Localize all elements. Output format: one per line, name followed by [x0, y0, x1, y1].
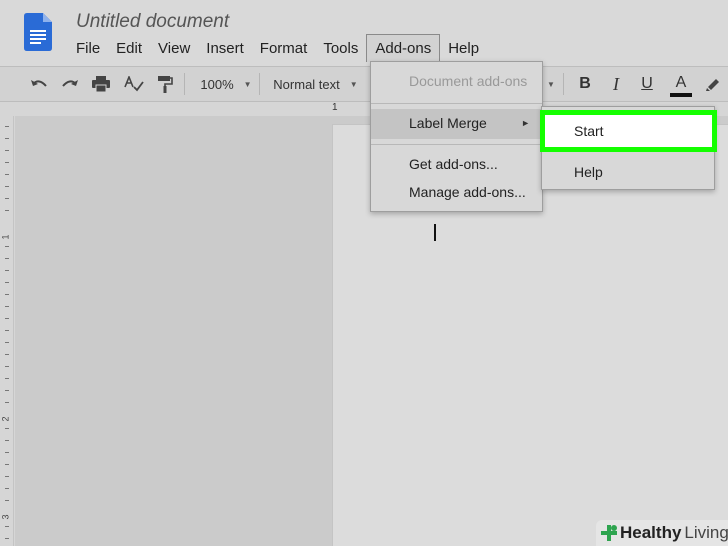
ruler-number: 2: [0, 416, 11, 422]
menu-insert[interactable]: Insert: [198, 34, 252, 62]
addons-dropdown-menu: Document add-ons Label Merge ► Get add-o…: [370, 61, 543, 212]
ruler-tick: [5, 538, 9, 539]
ruler-tick: [5, 150, 9, 151]
zoom-select[interactable]: 100% ▼: [196, 67, 256, 101]
toolbar: 100% ▼ Normal text ▼ ▼ B I U A: [0, 66, 728, 102]
menu-item-manage-addons[interactable]: Manage add-ons...: [371, 178, 542, 208]
ruler-tick: [5, 174, 9, 175]
ruler-tick: [5, 526, 9, 527]
ruler-tick: [5, 258, 9, 259]
toolbar-divider: [184, 73, 185, 95]
ruler-number: 1: [332, 102, 338, 113]
ruler-tick: [5, 246, 9, 247]
watermark: Healthy Living: [596, 520, 728, 546]
highlight-pen-icon[interactable]: [702, 67, 724, 101]
zoom-value: 100%: [200, 76, 234, 92]
watermark-brand-suffix: Living: [684, 523, 728, 542]
menu-edit[interactable]: Edit: [108, 34, 150, 62]
menu-addons[interactable]: Add-ons: [366, 34, 441, 62]
ruler-tick: [5, 270, 9, 271]
vertical-ruler[interactable]: 1 2 3: [0, 116, 14, 546]
menu-item-get-addons[interactable]: Get add-ons...: [371, 150, 542, 180]
menu-view[interactable]: View: [150, 34, 198, 62]
google-docs-logo-icon[interactable]: [24, 13, 52, 51]
ruler-tick: [5, 390, 9, 391]
ruler-tick: [5, 342, 9, 343]
ruler-tick: [5, 198, 9, 199]
menu-format[interactable]: Format: [252, 34, 316, 62]
menu-item-label: Label Merge: [409, 115, 487, 131]
italic-button[interactable]: I: [605, 67, 627, 101]
ruler-tick: [5, 500, 9, 501]
plus-leaf-icon: [600, 524, 618, 542]
watermark-brand: Healthy: [620, 523, 682, 542]
ruler-tick: [5, 210, 9, 211]
menu-file[interactable]: File: [68, 34, 108, 62]
spellcheck-icon[interactable]: [122, 67, 146, 101]
toolbar-divider: [259, 73, 260, 95]
paragraph-style-value: Normal text: [273, 76, 340, 92]
ruler-tick: [5, 366, 9, 367]
start-highlight-box: [540, 110, 717, 152]
ruler-tick: [5, 162, 9, 163]
ruler-tick: [5, 294, 9, 295]
chevron-down-icon: ▼: [243, 79, 252, 89]
ruler-tick: [5, 402, 9, 403]
menu-help[interactable]: Help: [440, 34, 487, 62]
submenu-item-start[interactable]: Start: [574, 123, 604, 139]
bold-button[interactable]: B: [574, 67, 596, 101]
ruler-tick: [5, 138, 9, 139]
ruler-tick: [5, 464, 9, 465]
app-header: Untitled document File Edit View Insert …: [0, 0, 728, 66]
menu-item-label-merge[interactable]: Label Merge ►: [371, 109, 542, 139]
text-cursor: [434, 224, 436, 241]
menu-tools[interactable]: Tools: [315, 34, 366, 62]
paint-format-icon[interactable]: [154, 67, 176, 101]
toolbar-divider: [563, 73, 564, 95]
ruler-number: 1: [0, 234, 11, 240]
ruler-tick: [5, 354, 9, 355]
ruler-number: 3: [0, 514, 11, 520]
menu-divider: [371, 103, 542, 104]
ruler-tick: [5, 330, 9, 331]
ruler-tick: [5, 452, 9, 453]
ruler-tick: [5, 306, 9, 307]
undo-icon[interactable]: [28, 67, 50, 101]
menu-divider: [371, 144, 542, 145]
ruler-tick: [5, 126, 9, 127]
paragraph-style-select[interactable]: Normal text ▼: [268, 67, 363, 101]
redo-icon[interactable]: [59, 67, 81, 101]
text-color-swatch: [670, 93, 692, 97]
ruler-tick: [5, 428, 9, 429]
print-icon[interactable]: [90, 67, 112, 101]
submenu-item-help[interactable]: Help: [542, 157, 714, 187]
chevron-down-icon: ▼: [349, 79, 358, 89]
ruler-tick: [5, 488, 9, 489]
font-size-chevron-down-icon[interactable]: ▼: [544, 67, 558, 101]
ruler-tick: [5, 282, 9, 283]
menu-bar: File Edit View Insert Format Tools Add-o…: [68, 34, 487, 62]
text-color-button[interactable]: A: [668, 67, 694, 101]
ruler-tick: [5, 378, 9, 379]
ruler-tick: [5, 186, 9, 187]
menu-item-document-addons: Document add-ons: [409, 73, 528, 89]
ruler-tick: [5, 440, 9, 441]
ruler-tick: [5, 318, 9, 319]
submenu-arrow-icon: ►: [521, 118, 530, 128]
underline-button[interactable]: U: [636, 67, 658, 101]
document-title[interactable]: Untitled document: [76, 11, 229, 33]
ruler-tick: [5, 476, 9, 477]
